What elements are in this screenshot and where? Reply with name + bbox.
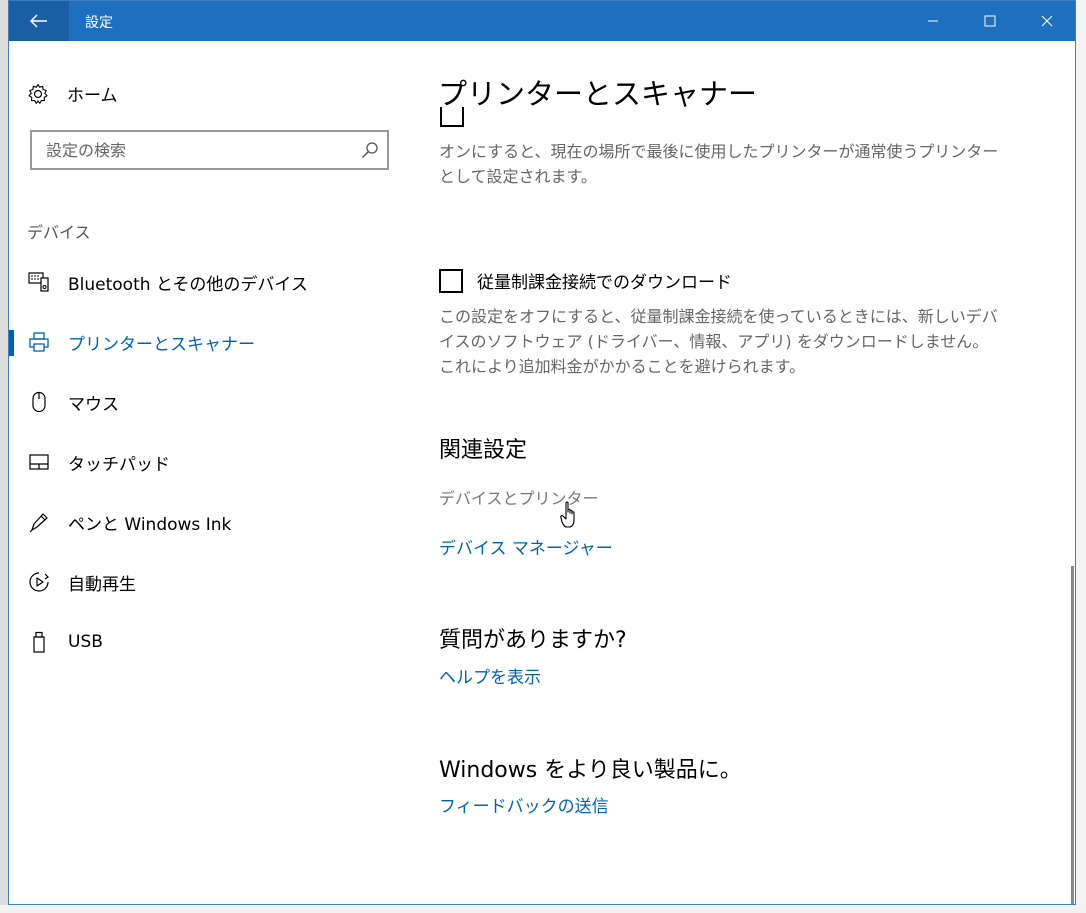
printer-icon: [28, 331, 50, 353]
related-settings-heading: 関連設定: [439, 438, 528, 463]
search-input[interactable]: [32, 132, 366, 168]
metered-download-option[interactable]: 従量制課金接続でのダウンロード: [439, 268, 732, 293]
desktop-background-right: [1076, 0, 1086, 913]
search-icon[interactable]: [361, 141, 379, 159]
sidebar-item-printers[interactable]: プリンターとスキャナー: [9, 322, 409, 362]
window-title: 設定: [85, 15, 113, 31]
close-button[interactable]: [1018, 1, 1075, 41]
hand-cursor-icon: [560, 501, 575, 528]
sidebar-item-bluetooth[interactable]: Bluetooth とその他のデバイス: [9, 262, 409, 302]
sidebar-item-autoplay[interactable]: 自動再生: [9, 562, 409, 602]
bluetooth-devices-icon: [28, 271, 50, 293]
sidebar-item-label: タッチパッド: [68, 454, 170, 475]
maximize-icon: [984, 15, 995, 27]
back-button[interactable]: [9, 1, 69, 41]
scrollbar-thumb[interactable]: [1071, 566, 1074, 904]
settings-search-box[interactable]: [30, 130, 389, 170]
device-manager-link[interactable]: デバイス マネージャー: [439, 534, 613, 559]
sidebar-item-label: プリンターとスキャナー: [68, 334, 255, 355]
sidebar-item-label: Bluetooth とその他のデバイス: [68, 274, 308, 295]
metered-download-label: 従量制課金接続でのダウンロード: [477, 273, 732, 293]
sidebar-item-label: ペンと Windows Ink: [68, 514, 232, 535]
sidebar-home-label: ホーム: [67, 86, 118, 106]
scrollbar[interactable]: [1069, 41, 1075, 904]
default-printer-description: オンにすると、現在の場所で最後に使用したプリンターが通常使うプリンターとして設定…: [439, 142, 999, 186]
metered-download-checkbox[interactable]: [439, 268, 463, 293]
sidebar-home[interactable]: ホーム: [27, 81, 118, 106]
page-title: プリンターとスキャナー: [438, 77, 758, 111]
autoplay-icon: [28, 571, 50, 593]
pen-icon: [28, 511, 50, 533]
sidebar-item-pen[interactable]: ペンと Windows Ink: [9, 502, 409, 542]
mouse-icon: [28, 391, 50, 413]
maximize-button[interactable]: [961, 1, 1018, 41]
question-heading: 質問がありますか?: [439, 628, 627, 653]
sidebar-section-devices: デバイス: [27, 223, 91, 242]
gear-icon: [28, 83, 48, 104]
sidebar-item-mouse[interactable]: マウス: [9, 382, 409, 422]
settings-window: 設定 ホーム デバイス: [8, 0, 1076, 905]
metered-download-description: この設定をオフにすると、従量制課金接続を使っているときには、新しいデバイスのソフ…: [439, 307, 998, 376]
selection-indicator: [9, 330, 14, 356]
touchpad-icon: [28, 451, 50, 473]
desktop-background-bottom: [0, 905, 1086, 913]
feedback-heading: Windows をより良い製品に。: [439, 758, 742, 783]
sidebar-item-touchpad[interactable]: タッチパッド: [9, 442, 409, 482]
title-bar: 設定: [9, 1, 1075, 41]
minimize-icon: [927, 20, 938, 22]
sidebar-item-label: 自動再生: [68, 574, 136, 595]
sidebar-item-usb[interactable]: USB: [9, 622, 409, 662]
get-help-link[interactable]: ヘルプを表示: [439, 663, 541, 688]
usb-icon: [28, 631, 50, 653]
sidebar-item-label: USB: [68, 632, 103, 652]
send-feedback-link[interactable]: フィードバックの送信: [439, 792, 609, 817]
back-arrow-icon: [30, 14, 47, 28]
minimize-button[interactable]: [904, 1, 961, 41]
sidebar-item-label: マウス: [68, 394, 119, 415]
close-icon: [1041, 15, 1052, 27]
